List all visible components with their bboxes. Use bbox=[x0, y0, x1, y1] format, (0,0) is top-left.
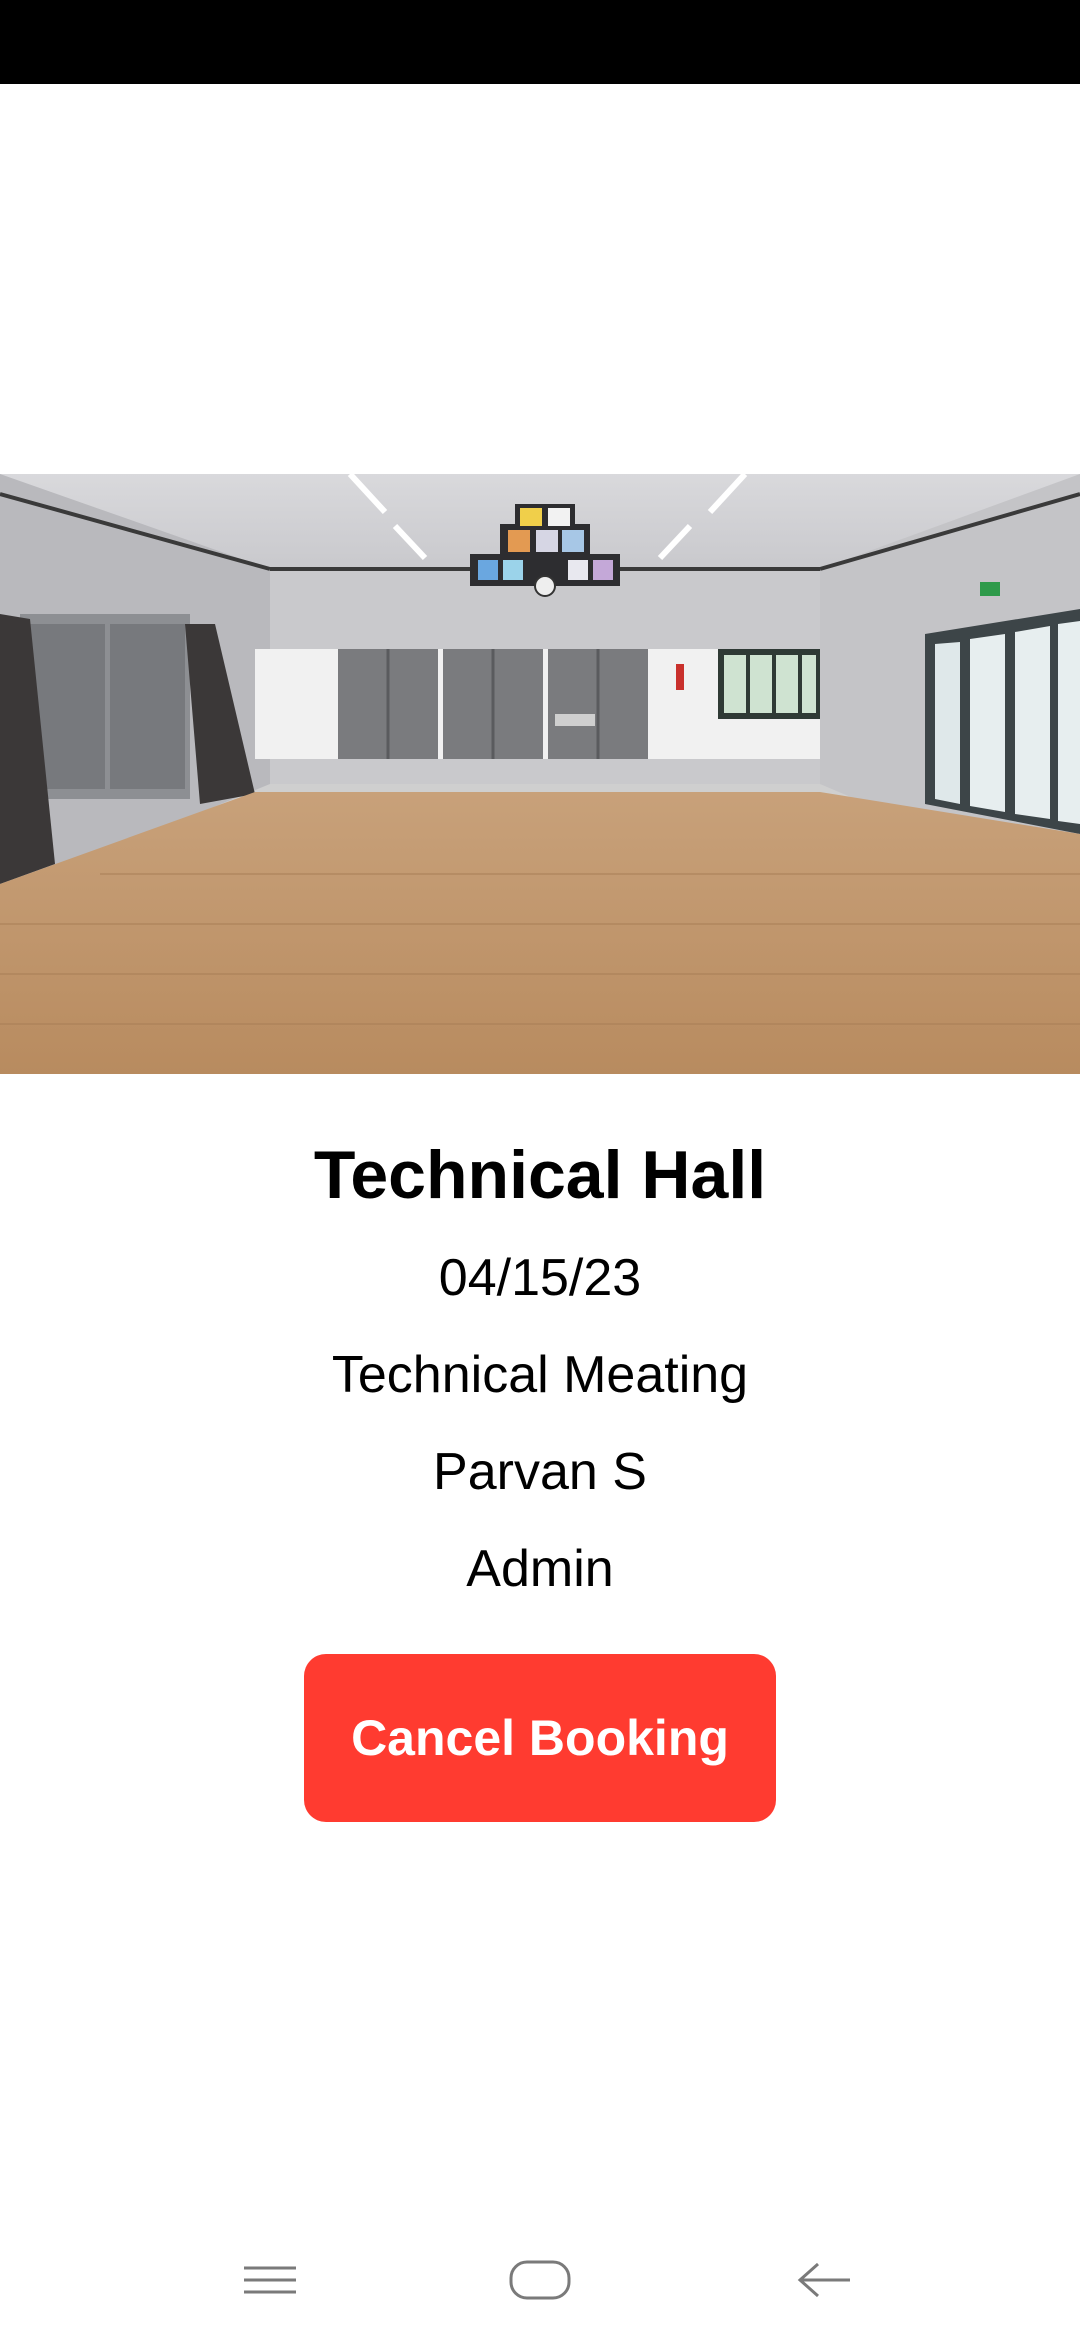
system-nav-bar bbox=[0, 2220, 1080, 2340]
menu-icon bbox=[244, 2266, 296, 2294]
hall-name: Technical Hall bbox=[313, 1137, 767, 1213]
nav-back-button[interactable] bbox=[764, 2240, 884, 2320]
booking-detail-screen: Technical Hall 04/15/23 Technical Meatin… bbox=[0, 0, 1080, 2340]
hall-photo bbox=[0, 474, 1080, 1074]
status-bar bbox=[0, 0, 1080, 84]
back-icon bbox=[797, 2262, 850, 2298]
home-icon bbox=[509, 2260, 571, 2300]
booking-purpose: Technical Meating bbox=[331, 1346, 749, 1404]
booking-date: 04/15/23 bbox=[438, 1249, 642, 1307]
nav-menu-button[interactable] bbox=[210, 2240, 330, 2320]
nav-home-button[interactable] bbox=[480, 2240, 600, 2320]
cancel-booking-button[interactable]: Cancel Booking bbox=[304, 1654, 776, 1822]
user-role: Admin bbox=[466, 1540, 614, 1598]
booked-by: Parvan S bbox=[433, 1443, 647, 1501]
booking-details: Technical Hall 04/15/23 Technical Meatin… bbox=[0, 1120, 1080, 1618]
